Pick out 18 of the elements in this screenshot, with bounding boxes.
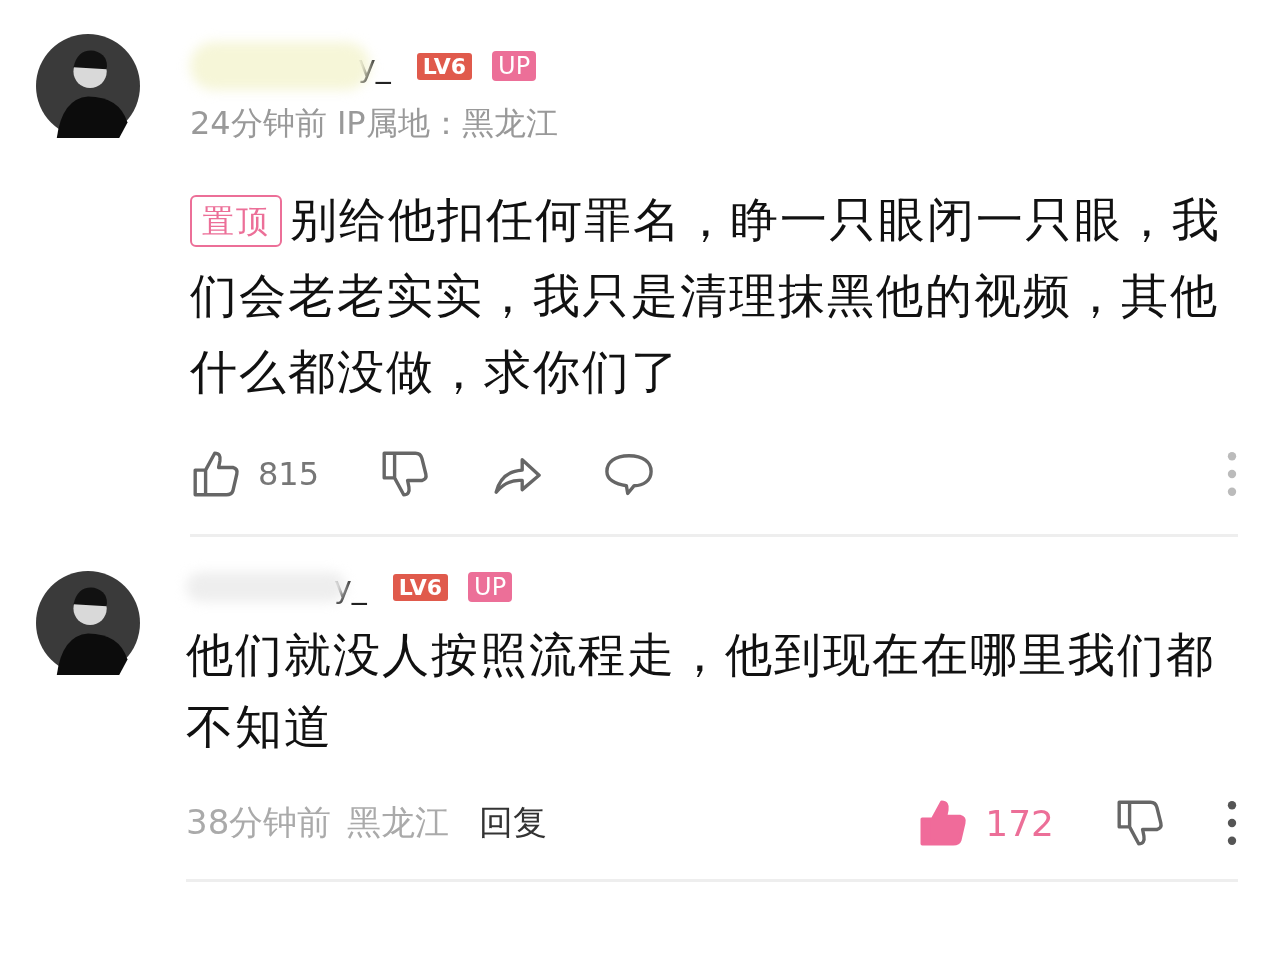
- comment-text: 他们就没人按照流程走，他到现在在哪里我们都不知道: [186, 626, 1216, 756]
- comment-time: 38分钟前: [186, 801, 332, 844]
- username[interactable]: y_: [358, 48, 391, 84]
- more-options-icon[interactable]: [1226, 800, 1238, 846]
- up-badge: UP: [492, 51, 537, 81]
- up-badge: UP: [468, 572, 513, 602]
- avatar-icon[interactable]: [36, 34, 140, 138]
- like-count: 815: [258, 455, 320, 493]
- level-badge: LV6: [392, 573, 449, 601]
- pinned-tag: 置顶: [190, 195, 282, 247]
- reply-button[interactable]: 回复: [479, 800, 548, 846]
- avatar-icon[interactable]: [36, 571, 140, 675]
- like-count: 172: [985, 802, 1054, 844]
- comment-meta: 24分钟前 IP属地：黑龙江: [190, 103, 559, 144]
- comment-text: 置顶 别给他扣任何罪名，睁一只眼闭一只眼，我们会老老实实，我只是清理抹黑他的视频，其他什么都没做，求你们了: [190, 191, 1222, 401]
- comment-location: 黑龙江: [347, 801, 450, 844]
- username[interactable]: y_: [334, 569, 367, 605]
- level-badge: LV6: [416, 52, 473, 80]
